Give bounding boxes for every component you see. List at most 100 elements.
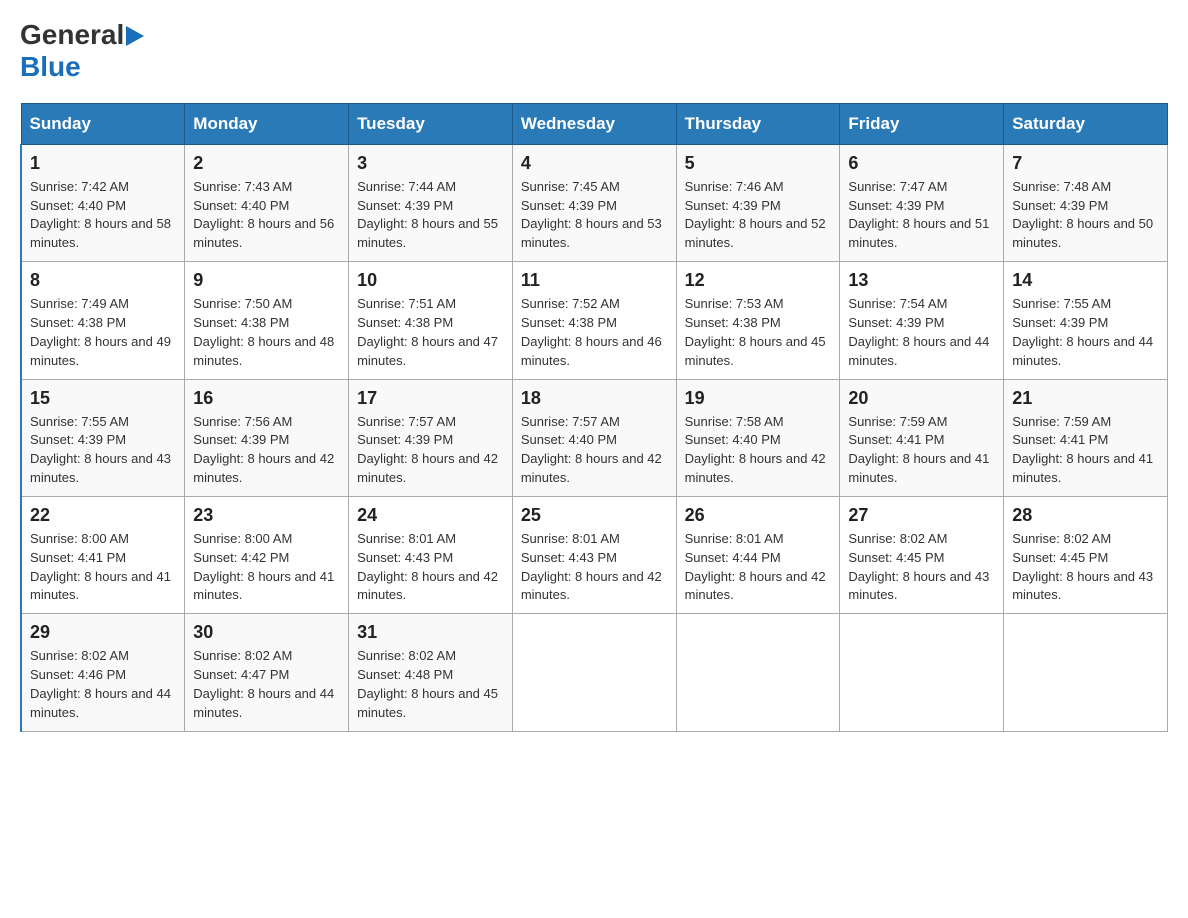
weekday-header-wednesday: Wednesday: [512, 103, 676, 144]
weekday-header-friday: Friday: [840, 103, 1004, 144]
day-info: Sunrise: 7:46 AMSunset: 4:39 PMDaylight:…: [685, 178, 832, 253]
day-info: Sunrise: 7:52 AMSunset: 4:38 PMDaylight:…: [521, 295, 668, 370]
day-info: Sunrise: 8:00 AMSunset: 4:42 PMDaylight:…: [193, 530, 340, 605]
day-number: 19: [685, 388, 832, 409]
day-number: 11: [521, 270, 668, 291]
day-info: Sunrise: 8:00 AMSunset: 4:41 PMDaylight:…: [30, 530, 176, 605]
weekday-header-saturday: Saturday: [1004, 103, 1168, 144]
calendar-week-row: 15 Sunrise: 7:55 AMSunset: 4:39 PMDaylig…: [21, 379, 1168, 496]
day-number: 13: [848, 270, 995, 291]
day-info: Sunrise: 8:01 AMSunset: 4:43 PMDaylight:…: [521, 530, 668, 605]
calendar-cell: 2 Sunrise: 7:43 AMSunset: 4:40 PMDayligh…: [185, 144, 349, 261]
day-info: Sunrise: 7:59 AMSunset: 4:41 PMDaylight:…: [1012, 413, 1159, 488]
calendar-cell: 29 Sunrise: 8:02 AMSunset: 4:46 PMDaylig…: [21, 614, 185, 731]
weekday-header-tuesday: Tuesday: [349, 103, 513, 144]
calendar-cell: 23 Sunrise: 8:00 AMSunset: 4:42 PMDaylig…: [185, 496, 349, 613]
calendar-cell: 27 Sunrise: 8:02 AMSunset: 4:45 PMDaylig…: [840, 496, 1004, 613]
day-info: Sunrise: 7:54 AMSunset: 4:39 PMDaylight:…: [848, 295, 995, 370]
calendar-cell: 15 Sunrise: 7:55 AMSunset: 4:39 PMDaylig…: [21, 379, 185, 496]
calendar-cell: 12 Sunrise: 7:53 AMSunset: 4:38 PMDaylig…: [676, 262, 840, 379]
calendar-cell: 26 Sunrise: 8:01 AMSunset: 4:44 PMDaylig…: [676, 496, 840, 613]
calendar-week-row: 1 Sunrise: 7:42 AMSunset: 4:40 PMDayligh…: [21, 144, 1168, 261]
logo-general: General: [20, 20, 124, 51]
day-info: Sunrise: 7:55 AMSunset: 4:39 PMDaylight:…: [30, 413, 176, 488]
day-number: 6: [848, 153, 995, 174]
day-info: Sunrise: 7:50 AMSunset: 4:38 PMDaylight:…: [193, 295, 340, 370]
day-info: Sunrise: 7:59 AMSunset: 4:41 PMDaylight:…: [848, 413, 995, 488]
day-number: 17: [357, 388, 504, 409]
weekday-header-thursday: Thursday: [676, 103, 840, 144]
day-info: Sunrise: 7:55 AMSunset: 4:39 PMDaylight:…: [1012, 295, 1159, 370]
day-info: Sunrise: 7:43 AMSunset: 4:40 PMDaylight:…: [193, 178, 340, 253]
logo-arrow-icon: [126, 26, 144, 46]
day-number: 29: [30, 622, 176, 643]
day-number: 14: [1012, 270, 1159, 291]
calendar-week-row: 22 Sunrise: 8:00 AMSunset: 4:41 PMDaylig…: [21, 496, 1168, 613]
day-number: 7: [1012, 153, 1159, 174]
day-info: Sunrise: 7:53 AMSunset: 4:38 PMDaylight:…: [685, 295, 832, 370]
day-info: Sunrise: 7:48 AMSunset: 4:39 PMDaylight:…: [1012, 178, 1159, 253]
day-info: Sunrise: 7:56 AMSunset: 4:39 PMDaylight:…: [193, 413, 340, 488]
day-number: 10: [357, 270, 504, 291]
day-info: Sunrise: 7:44 AMSunset: 4:39 PMDaylight:…: [357, 178, 504, 253]
calendar-cell: 28 Sunrise: 8:02 AMSunset: 4:45 PMDaylig…: [1004, 496, 1168, 613]
calendar-cell: 6 Sunrise: 7:47 AMSunset: 4:39 PMDayligh…: [840, 144, 1004, 261]
logo-blue: Blue: [20, 51, 81, 82]
calendar-cell: 9 Sunrise: 7:50 AMSunset: 4:38 PMDayligh…: [185, 262, 349, 379]
day-number: 3: [357, 153, 504, 174]
day-number: 23: [193, 505, 340, 526]
day-number: 21: [1012, 388, 1159, 409]
calendar-cell: 13 Sunrise: 7:54 AMSunset: 4:39 PMDaylig…: [840, 262, 1004, 379]
calendar-cell: 24 Sunrise: 8:01 AMSunset: 4:43 PMDaylig…: [349, 496, 513, 613]
calendar-cell: 5 Sunrise: 7:46 AMSunset: 4:39 PMDayligh…: [676, 144, 840, 261]
calendar-cell: 3 Sunrise: 7:44 AMSunset: 4:39 PMDayligh…: [349, 144, 513, 261]
calendar-week-row: 29 Sunrise: 8:02 AMSunset: 4:46 PMDaylig…: [21, 614, 1168, 731]
day-info: Sunrise: 7:58 AMSunset: 4:40 PMDaylight:…: [685, 413, 832, 488]
day-info: Sunrise: 7:57 AMSunset: 4:40 PMDaylight:…: [521, 413, 668, 488]
day-number: 12: [685, 270, 832, 291]
day-info: Sunrise: 8:02 AMSunset: 4:48 PMDaylight:…: [357, 647, 504, 722]
day-number: 27: [848, 505, 995, 526]
day-info: Sunrise: 7:47 AMSunset: 4:39 PMDaylight:…: [848, 178, 995, 253]
calendar-cell: 22 Sunrise: 8:00 AMSunset: 4:41 PMDaylig…: [21, 496, 185, 613]
day-number: 4: [521, 153, 668, 174]
header: General Blue: [20, 20, 1168, 83]
day-number: 1: [30, 153, 176, 174]
calendar-cell: 7 Sunrise: 7:48 AMSunset: 4:39 PMDayligh…: [1004, 144, 1168, 261]
calendar-cell: 25 Sunrise: 8:01 AMSunset: 4:43 PMDaylig…: [512, 496, 676, 613]
day-info: Sunrise: 7:57 AMSunset: 4:39 PMDaylight:…: [357, 413, 504, 488]
day-number: 31: [357, 622, 504, 643]
day-number: 24: [357, 505, 504, 526]
calendar-cell: 4 Sunrise: 7:45 AMSunset: 4:39 PMDayligh…: [512, 144, 676, 261]
weekday-header-sunday: Sunday: [21, 103, 185, 144]
day-number: 20: [848, 388, 995, 409]
calendar-cell: 19 Sunrise: 7:58 AMSunset: 4:40 PMDaylig…: [676, 379, 840, 496]
calendar-cell: 16 Sunrise: 7:56 AMSunset: 4:39 PMDaylig…: [185, 379, 349, 496]
day-info: Sunrise: 8:02 AMSunset: 4:45 PMDaylight:…: [848, 530, 995, 605]
day-number: 2: [193, 153, 340, 174]
calendar-cell: 18 Sunrise: 7:57 AMSunset: 4:40 PMDaylig…: [512, 379, 676, 496]
day-info: Sunrise: 8:02 AMSunset: 4:46 PMDaylight:…: [30, 647, 176, 722]
day-info: Sunrise: 7:42 AMSunset: 4:40 PMDaylight:…: [30, 178, 176, 253]
calendar-cell: 11 Sunrise: 7:52 AMSunset: 4:38 PMDaylig…: [512, 262, 676, 379]
calendar-cell: [1004, 614, 1168, 731]
day-info: Sunrise: 8:01 AMSunset: 4:44 PMDaylight:…: [685, 530, 832, 605]
weekday-header-monday: Monday: [185, 103, 349, 144]
calendar-cell: [840, 614, 1004, 731]
day-number: 8: [30, 270, 176, 291]
logo: General Blue: [20, 20, 144, 83]
calendar-cell: 8 Sunrise: 7:49 AMSunset: 4:38 PMDayligh…: [21, 262, 185, 379]
day-number: 9: [193, 270, 340, 291]
calendar-cell: 31 Sunrise: 8:02 AMSunset: 4:48 PMDaylig…: [349, 614, 513, 731]
day-number: 25: [521, 505, 668, 526]
day-number: 15: [30, 388, 176, 409]
day-number: 16: [193, 388, 340, 409]
calendar-table: SundayMondayTuesdayWednesdayThursdayFrid…: [20, 103, 1168, 732]
day-info: Sunrise: 8:01 AMSunset: 4:43 PMDaylight:…: [357, 530, 504, 605]
calendar-cell: 17 Sunrise: 7:57 AMSunset: 4:39 PMDaylig…: [349, 379, 513, 496]
day-info: Sunrise: 7:51 AMSunset: 4:38 PMDaylight:…: [357, 295, 504, 370]
calendar-cell: 30 Sunrise: 8:02 AMSunset: 4:47 PMDaylig…: [185, 614, 349, 731]
day-number: 30: [193, 622, 340, 643]
day-info: Sunrise: 8:02 AMSunset: 4:45 PMDaylight:…: [1012, 530, 1159, 605]
day-info: Sunrise: 8:02 AMSunset: 4:47 PMDaylight:…: [193, 647, 340, 722]
